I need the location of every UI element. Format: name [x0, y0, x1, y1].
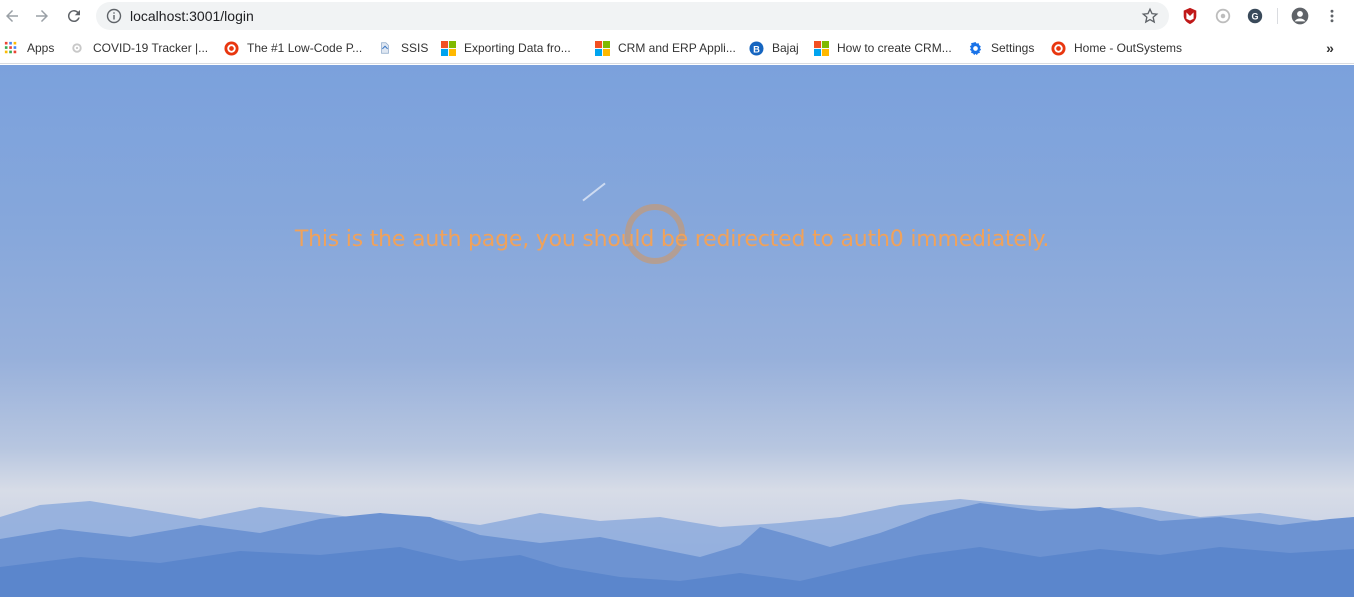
mountains-background — [0, 499, 1354, 597]
account-circle-icon[interactable] — [1290, 6, 1310, 26]
bookmark-covid-tracker[interactable]: COVID-19 Tracker |... — [69, 38, 208, 58]
kebab-menu-icon[interactable] — [1322, 6, 1342, 26]
bookmark-label: COVID-19 Tracker |... — [93, 41, 209, 55]
arrow-left-icon — [6, 10, 18, 22]
microsoft-icon — [594, 40, 610, 56]
svg-text:G: G — [1251, 12, 1258, 22]
more-bookmarks-button[interactable]: » — [1322, 40, 1338, 56]
bookmark-label: How to create CRM... — [837, 41, 952, 55]
bookmark-label: Exporting Data fro... — [464, 41, 571, 55]
bookmark-label: CRM and ERP Appli... — [618, 41, 736, 55]
back-button[interactable] — [0, 4, 24, 28]
bookmark-label: Bajaj — [772, 41, 799, 55]
gear-gray-icon — [69, 40, 85, 56]
bookmark-label: SSIS — [401, 41, 429, 55]
bookmark-apps[interactable]: Apps — [3, 38, 54, 58]
bookmark-settings[interactable]: Settings — [967, 38, 1034, 58]
outsystems-icon — [223, 40, 239, 56]
grammar-extension-icon[interactable]: G — [1245, 6, 1265, 26]
bookmark-low-code[interactable]: The #1 Low-Code P... — [223, 38, 362, 58]
bookmark-exporting-data[interactable]: Exporting Data fro... — [440, 38, 571, 58]
microsoft-icon — [813, 40, 829, 56]
bookmark-label: The #1 Low-Code P... — [247, 41, 363, 55]
ssis-icon — [377, 40, 393, 56]
page-content: This is the auth page, you should be red… — [0, 65, 1354, 597]
info-icon[interactable] — [106, 8, 122, 24]
outsystems-icon — [1050, 40, 1066, 56]
reload-icon — [67, 10, 80, 23]
bookmark-create-crm[interactable]: How to create CRM... — [813, 38, 952, 58]
forward-button[interactable] — [30, 4, 54, 28]
background-streak — [582, 182, 606, 202]
extension-icon[interactable] — [1213, 6, 1233, 26]
microsoft-icon — [440, 40, 456, 56]
bajaj-icon: B — [748, 40, 764, 56]
browser-toolbar: localhost:3001/login G — [0, 0, 1354, 32]
bookmark-ssis[interactable]: SSIS — [377, 38, 428, 58]
bookmark-label: Apps — [27, 41, 55, 55]
bookmark-home-outsystems[interactable]: Home - OutSystems — [1050, 38, 1182, 58]
bookmark-label: Settings — [991, 41, 1035, 55]
toolbar-divider — [1277, 8, 1278, 24]
bookmark-crm-erp[interactable]: CRM and ERP Appli... — [594, 38, 736, 58]
reload-button[interactable] — [62, 4, 86, 28]
bookmark-star-icon[interactable] — [1141, 7, 1159, 25]
settings-gear-icon — [967, 40, 983, 56]
mcafee-shield-icon[interactable] — [1180, 6, 1200, 26]
url-text[interactable]: localhost:3001/login — [130, 2, 254, 30]
arrow-right-icon — [36, 10, 48, 22]
address-bar[interactable]: localhost:3001/login — [96, 2, 1169, 30]
bookmark-bajaj[interactable]: B Bajaj — [748, 38, 799, 58]
svg-text:B: B — [753, 44, 760, 54]
auth-redirect-message: This is the auth page, you should be red… — [294, 227, 1050, 252]
apps-grid-icon — [3, 40, 19, 56]
bookmark-label: Home - OutSystems — [1074, 41, 1183, 55]
bookmarks-bar: Apps COVID-19 Tracker |... The #1 Low-Co… — [0, 32, 1354, 64]
